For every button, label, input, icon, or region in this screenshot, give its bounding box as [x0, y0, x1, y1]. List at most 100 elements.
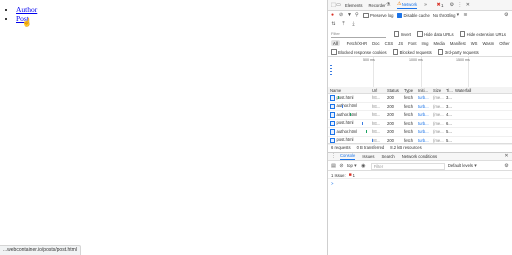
request-initiator[interactable]: turb...	[416, 95, 431, 100]
request-status: 200	[387, 129, 394, 135]
close-icon[interactable]: ✕	[504, 154, 509, 159]
document-icon	[330, 95, 335, 101]
type-font[interactable]: Font	[406, 40, 418, 46]
context-select[interactable]: top▾	[347, 163, 358, 169]
type-img[interactable]: Img	[420, 40, 431, 46]
console-prompt[interactable]: >	[328, 180, 512, 187]
table-row[interactable]: author.html htt... 200 fetch turb... (me…	[328, 128, 512, 137]
type-all[interactable]: All	[331, 40, 340, 46]
preserve-log-checkbox[interactable]: Preserve log	[363, 12, 394, 19]
tab-recorder[interactable]: Recorder ⚗	[368, 2, 390, 8]
disable-cache-checkbox[interactable]: Disable cache	[396, 12, 430, 19]
type-ws[interactable]: WS	[469, 40, 480, 46]
request-name-text: post.html	[336, 120, 354, 126]
table-row[interactable]: post.html htt... 200 fetch turb... (me..…	[328, 94, 512, 103]
web-page: Author Post ☝ ...webcontainer.io/posts/p…	[0, 0, 327, 255]
request-time: 3...	[446, 95, 452, 101]
blocked-cookies-checkbox[interactable]: Blocked response cookies	[331, 49, 387, 55]
request-url: htt...	[372, 120, 381, 126]
tab-console[interactable]: Console	[340, 153, 356, 160]
invert-checkbox[interactable]: Invert	[393, 31, 411, 37]
wifi-icon[interactable]: ≋	[463, 13, 468, 18]
request-name: author.html	[328, 103, 370, 110]
close-icon[interactable]: ✕	[465, 2, 470, 8]
throttling-select[interactable]: No throttling ▾	[433, 12, 461, 19]
record-icon[interactable]: ●	[331, 13, 336, 18]
checkbox-icon	[459, 31, 466, 37]
request-initiator[interactable]: turb...	[416, 104, 431, 109]
clear-icon[interactable]: ⊘	[339, 13, 344, 18]
network-overview-timeline[interactable]: 500 ms 1000 ms 1500 ms	[328, 56, 512, 88]
request-size: (me...	[433, 129, 444, 135]
request-time: 4...	[446, 112, 452, 118]
search-icon[interactable]: ⚲	[355, 13, 360, 18]
filter-input[interactable]: Filter	[331, 31, 386, 38]
console-filter-input[interactable]: Filter	[370, 162, 445, 170]
sidebar-toggle-icon[interactable]: ▤	[331, 163, 336, 169]
type-media[interactable]: Media	[431, 40, 446, 46]
console-issues-line[interactable]: 1 Issue: ■ 1	[328, 172, 512, 179]
type-other[interactable]: Other	[497, 40, 511, 46]
clear-console-icon[interactable]: ⊘	[339, 163, 344, 169]
col-status[interactable]: Status	[385, 88, 402, 93]
gear-icon[interactable]: ⚙	[504, 163, 509, 169]
tab-search[interactable]: Search	[381, 154, 394, 159]
col-type[interactable]: Type	[402, 88, 416, 93]
gear-icon[interactable]: ⚙	[504, 13, 509, 18]
hide-extension-urls-checkbox[interactable]: Hide extension URLs	[459, 31, 506, 37]
request-name-text: author.html	[336, 128, 358, 134]
request-initiator[interactable]: turb...	[416, 138, 431, 143]
preserve-log-label: Preserve log	[370, 13, 394, 18]
table-row[interactable]: post.html htt... 200 fetch turb... (me..…	[328, 120, 512, 128]
type-wasm[interactable]: Wasm	[480, 40, 496, 46]
type-css[interactable]: CSS	[383, 40, 396, 46]
col-name[interactable]: Name	[328, 88, 370, 93]
filter-icon[interactable]: ▼	[347, 13, 352, 18]
more-tabs-icon[interactable]: »	[423, 2, 428, 8]
table-row[interactable]: author.html htt... 200 fetch turb... (me…	[328, 103, 512, 111]
gear-icon[interactable]: ⚙	[449, 2, 454, 8]
col-initiator[interactable]: Initi...	[416, 88, 431, 93]
type-js[interactable]: JS	[396, 40, 405, 46]
checkbox-checked-icon	[396, 12, 403, 19]
hide-data-urls-label: Hide data URLs	[424, 31, 454, 37]
kebab-menu-icon[interactable]: ⋮	[457, 2, 462, 8]
type-fetch-xhr[interactable]: Fetch/XHR	[345, 40, 369, 46]
type-doc[interactable]: Doc	[370, 40, 381, 46]
issues-label: 1 Issue:	[331, 172, 346, 178]
col-url[interactable]: Url	[370, 88, 385, 93]
col-time[interactable]: Ti...	[444, 88, 453, 93]
request-time: 6...	[446, 120, 452, 126]
log-levels-select[interactable]: Default levels▾	[448, 163, 478, 169]
timeline-tick: 1500 ms	[456, 58, 470, 62]
table-row[interactable]: author.html htt... 200 fetch turb... (me…	[328, 111, 512, 120]
col-size[interactable]: Size	[431, 88, 444, 93]
network-conditions-icon[interactable]: ⇅	[331, 22, 336, 27]
col-waterfall[interactable]: Waterfall	[453, 88, 512, 93]
tab-network-label: Network	[401, 1, 418, 7]
filter-row: Filter Invert Hide data URLs Hide extens…	[328, 30, 512, 38]
export-har-icon[interactable]: ⤓	[351, 22, 356, 27]
third-party-checkbox[interactable]: 3rd-party requests	[437, 49, 479, 55]
device-toolbar-icon[interactable]: ▭	[336, 2, 341, 8]
eye-icon[interactable]: ◉	[361, 163, 366, 169]
request-initiator[interactable]: turb...	[416, 129, 431, 134]
blocked-requests-checkbox[interactable]: Blocked requests	[392, 49, 432, 55]
request-name: author.html	[328, 129, 370, 135]
tab-elements[interactable]: Elements	[345, 3, 362, 8]
tab-issues[interactable]: Issues	[362, 154, 374, 159]
timeline-tick: 500 ms	[363, 58, 375, 62]
kebab-menu-icon[interactable]: ⋮	[331, 154, 336, 159]
hide-data-urls-checkbox[interactable]: Hide data URLs	[417, 31, 454, 37]
type-manifest[interactable]: Manifest	[448, 40, 468, 46]
tab-network[interactable]: ⚠ Network	[396, 1, 418, 9]
import-har-icon[interactable]: ⤒	[341, 22, 346, 27]
link-list: Author Post	[4, 5, 37, 23]
tab-network-conditions[interactable]: Network conditions	[402, 154, 437, 159]
request-name: author.html	[328, 112, 370, 118]
request-initiator[interactable]: turb...	[416, 121, 431, 126]
chevron-down-icon: ▾	[456, 12, 460, 18]
request-status: 200	[387, 120, 394, 126]
request-size: (me...	[433, 120, 444, 126]
request-initiator[interactable]: turb...	[416, 112, 431, 117]
